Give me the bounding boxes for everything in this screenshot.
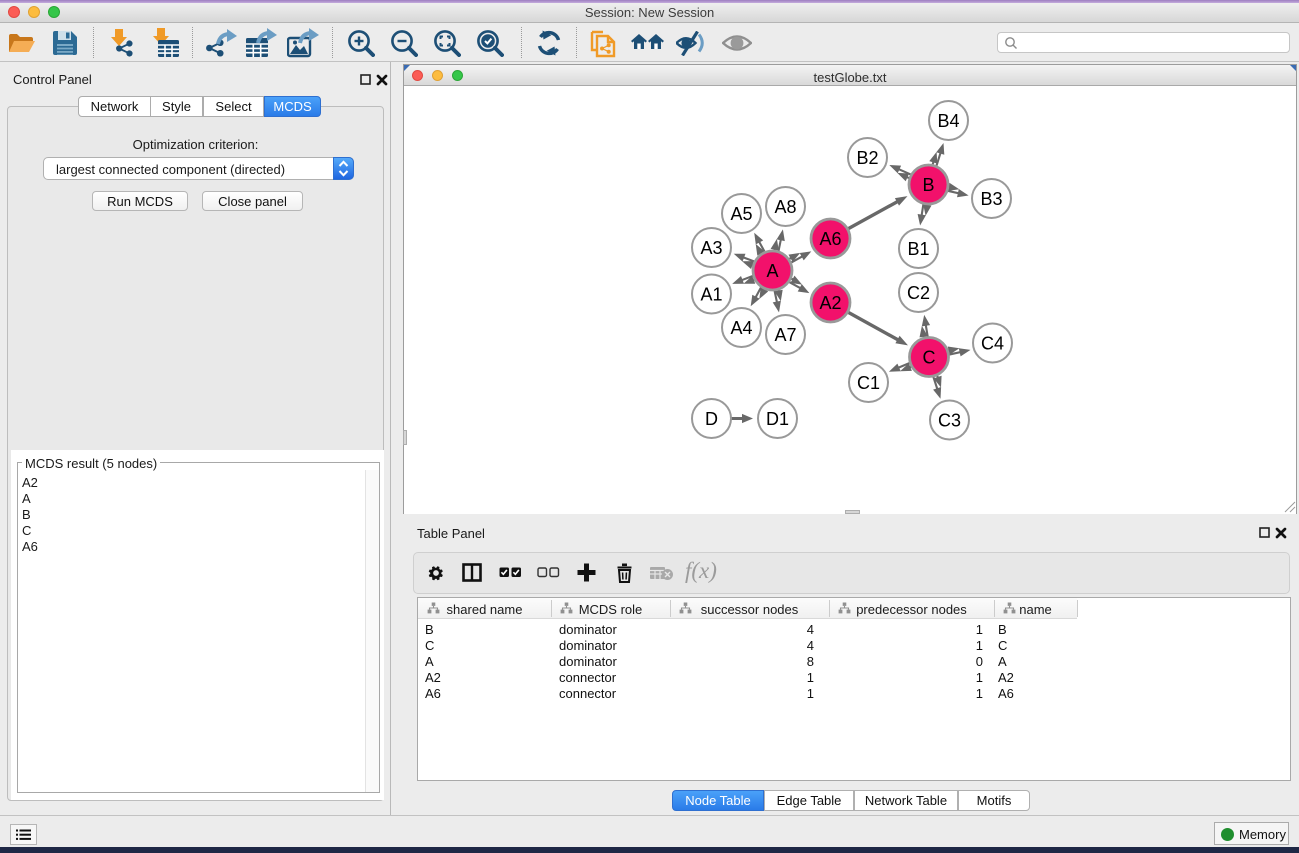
svg-text:C1: C1	[857, 373, 880, 393]
svg-text:D1: D1	[766, 409, 789, 429]
svg-text:B3: B3	[980, 189, 1002, 209]
svg-text:A4: A4	[730, 318, 752, 338]
svg-text:B2: B2	[856, 148, 878, 168]
svg-text:B1: B1	[907, 239, 929, 259]
svg-text:D: D	[705, 409, 718, 429]
svg-text:C2: C2	[907, 283, 930, 303]
svg-text:A: A	[766, 261, 778, 281]
svg-text:C3: C3	[938, 411, 961, 431]
svg-text:A5: A5	[730, 204, 752, 224]
svg-text:A6: A6	[819, 229, 841, 249]
svg-text:A2: A2	[819, 293, 841, 313]
svg-text:A3: A3	[700, 238, 722, 258]
svg-text:A7: A7	[774, 325, 796, 345]
svg-text:B: B	[922, 175, 934, 195]
svg-text:B4: B4	[937, 111, 959, 131]
svg-text:C4: C4	[981, 334, 1004, 354]
svg-text:A8: A8	[774, 197, 796, 217]
svg-text:A1: A1	[700, 285, 722, 305]
svg-text:C: C	[923, 348, 936, 368]
